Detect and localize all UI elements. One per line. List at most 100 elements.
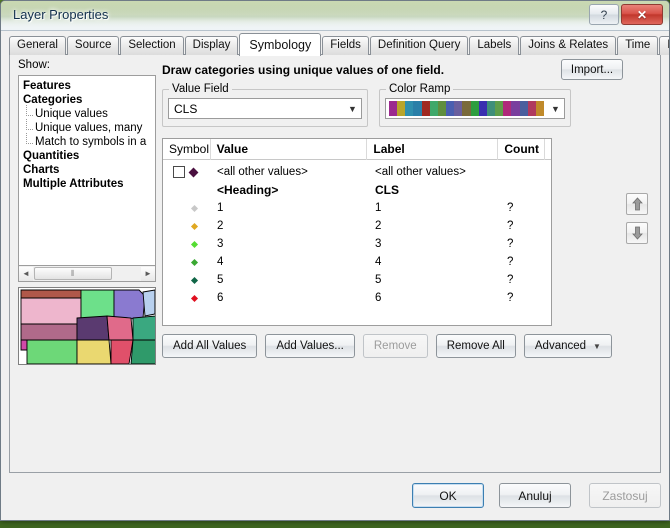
symbol-cell[interactable] (163, 258, 211, 266)
count-cell[interactable]: ? (501, 238, 548, 250)
color-ramp-group-title: Color Ramp (386, 83, 454, 95)
symbol-cell[interactable] (163, 294, 211, 302)
column-header-label[interactable]: Label (367, 139, 499, 160)
value-cell[interactable]: 3 (211, 238, 369, 250)
move-up-button[interactable] (626, 193, 648, 215)
value-cell[interactable]: 4 (211, 256, 369, 268)
table-row[interactable]: <all other values> <all other values> (163, 163, 551, 181)
label-cell[interactable]: CLS (369, 183, 501, 197)
symbol-swatch-icon[interactable] (190, 204, 199, 212)
color-ramp-swatch (389, 101, 544, 116)
import-button[interactable]: Import... (561, 59, 623, 80)
value-cell[interactable]: 6 (211, 292, 369, 304)
show-tree[interactable]: Features Categories Unique values Unique… (18, 75, 156, 266)
value-cell[interactable]: 5 (211, 274, 369, 286)
label-cell[interactable]: 1 (369, 202, 501, 214)
symbology-table[interactable]: Symbol Value Label Count <all other valu… (162, 138, 552, 326)
tab-display[interactable]: Display (184, 36, 239, 55)
table-row[interactable]: 5 5? (163, 271, 551, 289)
symbol-swatch-icon[interactable] (190, 222, 199, 230)
count-cell[interactable]: ? (501, 274, 548, 286)
remove-all-button[interactable]: Remove All (435, 334, 516, 358)
count-cell[interactable]: ? (501, 202, 548, 214)
tree-item-features[interactable]: Features (19, 79, 155, 93)
tab-symbology[interactable]: Symbology (239, 33, 322, 56)
label-cell[interactable]: 5 (369, 274, 501, 286)
value-cell[interactable]: 1 (211, 202, 369, 214)
symbol-swatch-icon[interactable] (188, 167, 199, 177)
cancel-label: Anuluj (518, 488, 552, 503)
dialog-footer: OK Anuluj Zastosuj (1, 473, 669, 520)
tab-fields[interactable]: Fields (322, 36, 369, 55)
symbol-cell[interactable] (163, 166, 211, 178)
count-cell[interactable]: ? (501, 292, 548, 304)
tree-item-charts[interactable]: Charts (19, 163, 155, 177)
column-header-value[interactable]: Value (211, 139, 368, 160)
help-button[interactable]: ? (589, 4, 619, 25)
tab-html-popup[interactable]: HTML Popup (659, 36, 669, 55)
map-state-13 (110, 339, 134, 364)
label-cell[interactable]: 3 (369, 238, 501, 250)
symbol-cell[interactable] (163, 222, 211, 230)
chevron-down-icon[interactable]: ▼ (593, 342, 601, 351)
symbol-cell[interactable] (163, 204, 211, 212)
symbol-swatch-icon[interactable] (190, 294, 199, 302)
symbol-swatch-icon[interactable] (190, 240, 199, 248)
ok-button[interactable]: OK (412, 483, 484, 508)
column-header-symbol[interactable]: Symbol (163, 139, 211, 160)
count-cell[interactable]: ? (501, 256, 548, 268)
move-down-button[interactable] (626, 222, 648, 244)
tree-item-match-to-symbols[interactable]: Match to symbols in a (19, 133, 155, 149)
tree-item-quantities[interactable]: Quantities (19, 149, 155, 163)
tab-time[interactable]: Time (617, 36, 659, 55)
label-cell[interactable]: 4 (369, 256, 501, 268)
column-header-count[interactable]: Count (498, 139, 545, 160)
tab-source[interactable]: Source (66, 36, 120, 55)
layer-properties-dialog: Layer Properties ? ✕ General Source Sele… (0, 0, 670, 521)
all-other-values-checkbox[interactable] (173, 166, 185, 178)
table-row[interactable]: <Heading> CLS (163, 181, 551, 199)
symbol-cell[interactable] (163, 240, 211, 248)
cancel-button[interactable]: Anuluj (499, 483, 571, 508)
chevron-down-icon[interactable]: ▼ (344, 99, 361, 118)
color-ramp-combo[interactable]: ▼ (385, 98, 565, 119)
tree-item-unique-values[interactable]: Unique values (19, 105, 155, 121)
tree-horizontal-scrollbar[interactable]: ◄ ⦀ ► (18, 266, 156, 282)
value-cell[interactable]: <Heading> (211, 183, 369, 197)
count-cell[interactable]: ? (501, 220, 548, 232)
table-row[interactable]: 4 4? (163, 253, 551, 271)
add-values-button[interactable]: Add Values... (265, 334, 355, 358)
tree-item-categories[interactable]: Categories (19, 93, 155, 107)
table-row[interactable]: 1 1? (163, 199, 551, 217)
close-icon: ✕ (636, 7, 648, 22)
label-cell[interactable]: 2 (369, 220, 501, 232)
value-cell[interactable]: 2 (211, 220, 369, 232)
tree-item-unique-values-many[interactable]: Unique values, many (19, 119, 155, 135)
scrollbar-thumb[interactable]: ⦀ (34, 267, 112, 280)
symbol-cell[interactable] (163, 276, 211, 284)
table-row[interactable]: 2 2? (163, 217, 551, 235)
chevron-down-icon[interactable]: ▼ (547, 99, 564, 118)
advanced-button[interactable]: Advanced ▼ (523, 334, 612, 358)
add-all-values-button[interactable]: Add All Values (162, 334, 258, 358)
symbol-swatch-icon[interactable] (190, 276, 199, 284)
scroll-left-arrow-icon[interactable]: ◄ (19, 266, 33, 281)
table-row[interactable]: 6 6? (163, 289, 551, 307)
scroll-right-arrow-icon[interactable]: ► (141, 266, 155, 281)
tab-general[interactable]: General (9, 36, 66, 55)
tab-labels[interactable]: Labels (469, 36, 520, 55)
label-cell[interactable]: <all other values> (369, 166, 501, 178)
table-row[interactable]: 3 3? (163, 235, 551, 253)
value-field-combo[interactable]: CLS ▼ (168, 98, 362, 119)
tab-selection[interactable]: Selection (120, 36, 184, 55)
label-cell[interactable]: 6 (369, 292, 501, 304)
tab-joins-relates[interactable]: Joins & Relates (520, 36, 617, 55)
close-button[interactable]: ✕ (621, 4, 663, 25)
tree-item-multiple-attributes[interactable]: Multiple Attributes (19, 177, 155, 191)
tab-definition-query[interactable]: Definition Query (369, 36, 469, 55)
map-preview-thumbnail (18, 287, 156, 365)
value-cell[interactable]: <all other values> (211, 166, 369, 178)
map-state-9 (132, 315, 155, 341)
color-ramp-stop-9 (462, 101, 471, 116)
symbol-swatch-icon[interactable] (190, 258, 199, 266)
